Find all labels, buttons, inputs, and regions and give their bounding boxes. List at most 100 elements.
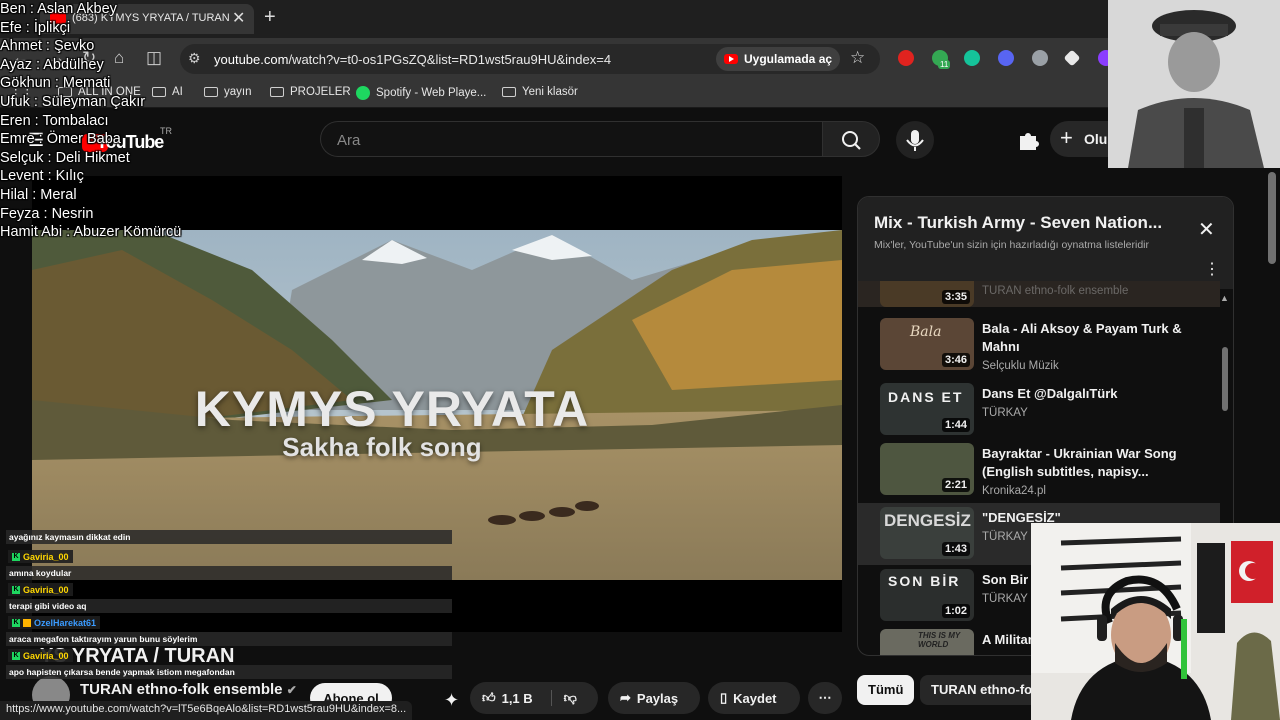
bookmark-yeni-klasor[interactable]: Yeni klasör (502, 86, 578, 98)
webcam-overlay (1031, 523, 1280, 720)
cast-line: Feyza : Nesrin (0, 205, 94, 222)
spotify-icon (356, 86, 370, 100)
extension-red-icon[interactable] (898, 50, 914, 66)
search-button[interactable] (822, 121, 880, 157)
voice-search-button[interactable] (896, 121, 934, 159)
playlist-thumbnail: THIS IS MY WORLD (880, 629, 974, 655)
chip-all[interactable]: Tümü (857, 675, 915, 705)
address-bar[interactable]: ⚙ youtube.com/watch?v=t0-os1PGsZQ&list=R… (180, 44, 880, 74)
grammarly-icon[interactable] (964, 50, 980, 66)
chat-message: ayağınız kaymasın dikkat edin (4, 530, 454, 550)
close-icon[interactable]: ✕ (1198, 217, 1215, 242)
channel-name-text: TURAN ethno-folk ensemble (80, 681, 283, 698)
kick-badge-icon: K (12, 651, 20, 660)
extension-badge: 11 (938, 60, 951, 69)
playlist-thumbnail: 3:35 (880, 281, 974, 307)
page-scrollbar[interactable] (1268, 172, 1276, 264)
thumbs-up-icon: 👍︎ (482, 690, 496, 705)
chat-username-text: Gaviria_00 (23, 650, 69, 661)
open-in-app-button[interactable]: Uygulamada aç (716, 47, 841, 71)
chat-username: K Gaviria_00 (8, 550, 73, 563)
playlist-item-channel: TÜRKAY (982, 531, 1028, 543)
cast-line: Selçuk : Deli Hikmet (0, 149, 130, 166)
like-count: 1,1 B (501, 690, 533, 706)
kick-badge-icon: K (12, 552, 20, 561)
bookmark-icon: ▯ (720, 690, 728, 705)
playlist-item-title: Bayraktar - Ukrainian War Song (English … (982, 446, 1177, 479)
search-icon (842, 131, 861, 150)
plus-icon: + (1060, 125, 1073, 150)
playlist-item[interactable]: 2:21 Bayraktar - Ukrainian War Song (Eng… (858, 439, 1220, 501)
more-actions-button[interactable]: ⋯ (808, 682, 842, 714)
chat-message-text: apo hapisten çıkarsa bende yapmak istiom… (6, 665, 452, 679)
duration-badge: 1:44 (941, 418, 970, 432)
cast-line: Ufuk : Süleyman Çakır (0, 93, 146, 110)
share-icon: ➦ (620, 690, 631, 705)
bookmark-projeler[interactable]: PROJELER (270, 86, 351, 98)
sparkle-icon[interactable]: ✦ (444, 690, 459, 711)
bookmark-star-icon[interactable]: ☆ (850, 48, 865, 68)
save-button[interactable]: ▯ Kaydet (708, 682, 800, 714)
search-input[interactable]: Ara (320, 121, 822, 157)
chat-message: K Gaviria_00 amına koydular (4, 550, 454, 583)
playlist-item[interactable]: Bala 3:46 Bala - Ali Aksoy & Payam Turk … (858, 314, 1220, 376)
duration-badge: 2:21 (941, 478, 970, 492)
channel-name[interactable]: TURAN ethno-folk ensemble ✔ (80, 681, 297, 698)
cast-line: Ayaz : Abdülhey (0, 56, 104, 73)
duration-badge: 1:02 (941, 604, 970, 618)
cast-line: Gökhun : Memati (0, 75, 111, 92)
search-placeholder: Ara (337, 132, 361, 149)
subscriber-badge-icon (23, 618, 31, 627)
playlist-thumbnail: 2:21 (880, 443, 974, 495)
bookmark-label: Yeni klasör (522, 86, 578, 98)
link-status-bar: https://www.youtube.com/watch?v=lT5e6Bqe… (0, 701, 413, 720)
folder-icon (502, 87, 516, 97)
playlist-subtitle: Mix'ler, YouTube'un sizin için hazırladı… (874, 239, 1150, 251)
playlist-title[interactable]: Mix - Turkish Army - Seven Nation... (874, 213, 1162, 233)
chat-username-text: Gaviria_00 (23, 551, 69, 562)
discord-icon[interactable] (998, 50, 1014, 66)
playlist-item-channel: TURAN ethno-folk ensemble (982, 285, 1129, 297)
chat-message-text: amına koydular (6, 566, 452, 580)
playlist-thumbnail: Bala 3:46 (880, 318, 974, 370)
chat-message: K Gaviria_00 apo hapisten çıkarsa bende y… (4, 649, 454, 682)
playlist-thumbnail: DENGESİZ 1:43 (880, 507, 974, 559)
share-button[interactable]: ➦ Paylaş (608, 682, 700, 714)
duration-badge: 3:35 (941, 290, 970, 304)
shield-icon[interactable] (1032, 50, 1048, 66)
chat-username-text: Gaviria_00 (23, 584, 69, 595)
thumbnail-text: Bala (910, 324, 942, 340)
puzzle-extension-icon[interactable] (1016, 128, 1040, 152)
duration-badge: 3:46 (941, 353, 970, 367)
chip-channel[interactable]: TURAN ethno-fol (920, 675, 1047, 705)
chat-message-text: ayağınız kaymasın dikkat edin (6, 530, 452, 544)
thumbnail-text: SON BİR (888, 573, 961, 589)
chat-message-text: araca megafon taktırayım yarun bunu söyl… (6, 632, 452, 646)
bookmark-spotify[interactable]: Spotify - Web Playe... (356, 86, 486, 100)
chat-username: K Gaviria_00 (8, 649, 73, 662)
playlist-header: Mix - Turkish Army - Seven Nation... Mix… (858, 197, 1233, 289)
microphone-icon (906, 130, 924, 151)
video-overlay-title: KYMYS YRYATA (194, 381, 590, 437)
cast-line: Levent : Kılıç (0, 168, 84, 185)
portrait-photo-overlay (1108, 0, 1280, 168)
playlist-item-channel: TÜRKAY (982, 593, 1028, 605)
chat-username: K Gaviria_00 (8, 583, 73, 596)
new-tab-button[interactable]: + (264, 6, 276, 29)
playlist-item[interactable]: 3:35 TURAN ethno-folk ensemble (858, 281, 1220, 307)
thumbs-down-icon[interactable]: 👎︎ (550, 690, 577, 706)
playlist-item[interactable]: DANS ET 1:44 Dans Et @DalgalıTürk TÜRKAY (858, 379, 1220, 441)
like-button[interactable]: 👍︎ 1,1 B 👎︎ (470, 682, 598, 714)
scroll-up-icon[interactable]: ▲ (1220, 293, 1229, 303)
kick-badge-icon: K (12, 585, 20, 594)
close-tab-icon[interactable]: ✕ (232, 8, 245, 28)
playlist-scrollbar[interactable] (1222, 347, 1228, 411)
playlist-thumbnail: SON BİR 1:02 (880, 569, 974, 621)
save-label: Kaydet (733, 690, 777, 706)
url-text[interactable]: youtube.com/watch?v=t0-os1PGsZQ&list=RD1… (214, 52, 611, 67)
playlist-item-channel: Selçuklu Müzik (982, 360, 1059, 372)
more-vertical-icon[interactable]: ⋮ (1204, 259, 1220, 279)
diamond-extension-icon[interactable] (1063, 49, 1081, 67)
playlist-item-title: Dans Et @DalgalıTürk (982, 386, 1118, 401)
url-path: /watch?v=t0-os1PGsZQ&list=RD1wst5rau9HU&… (288, 52, 612, 67)
